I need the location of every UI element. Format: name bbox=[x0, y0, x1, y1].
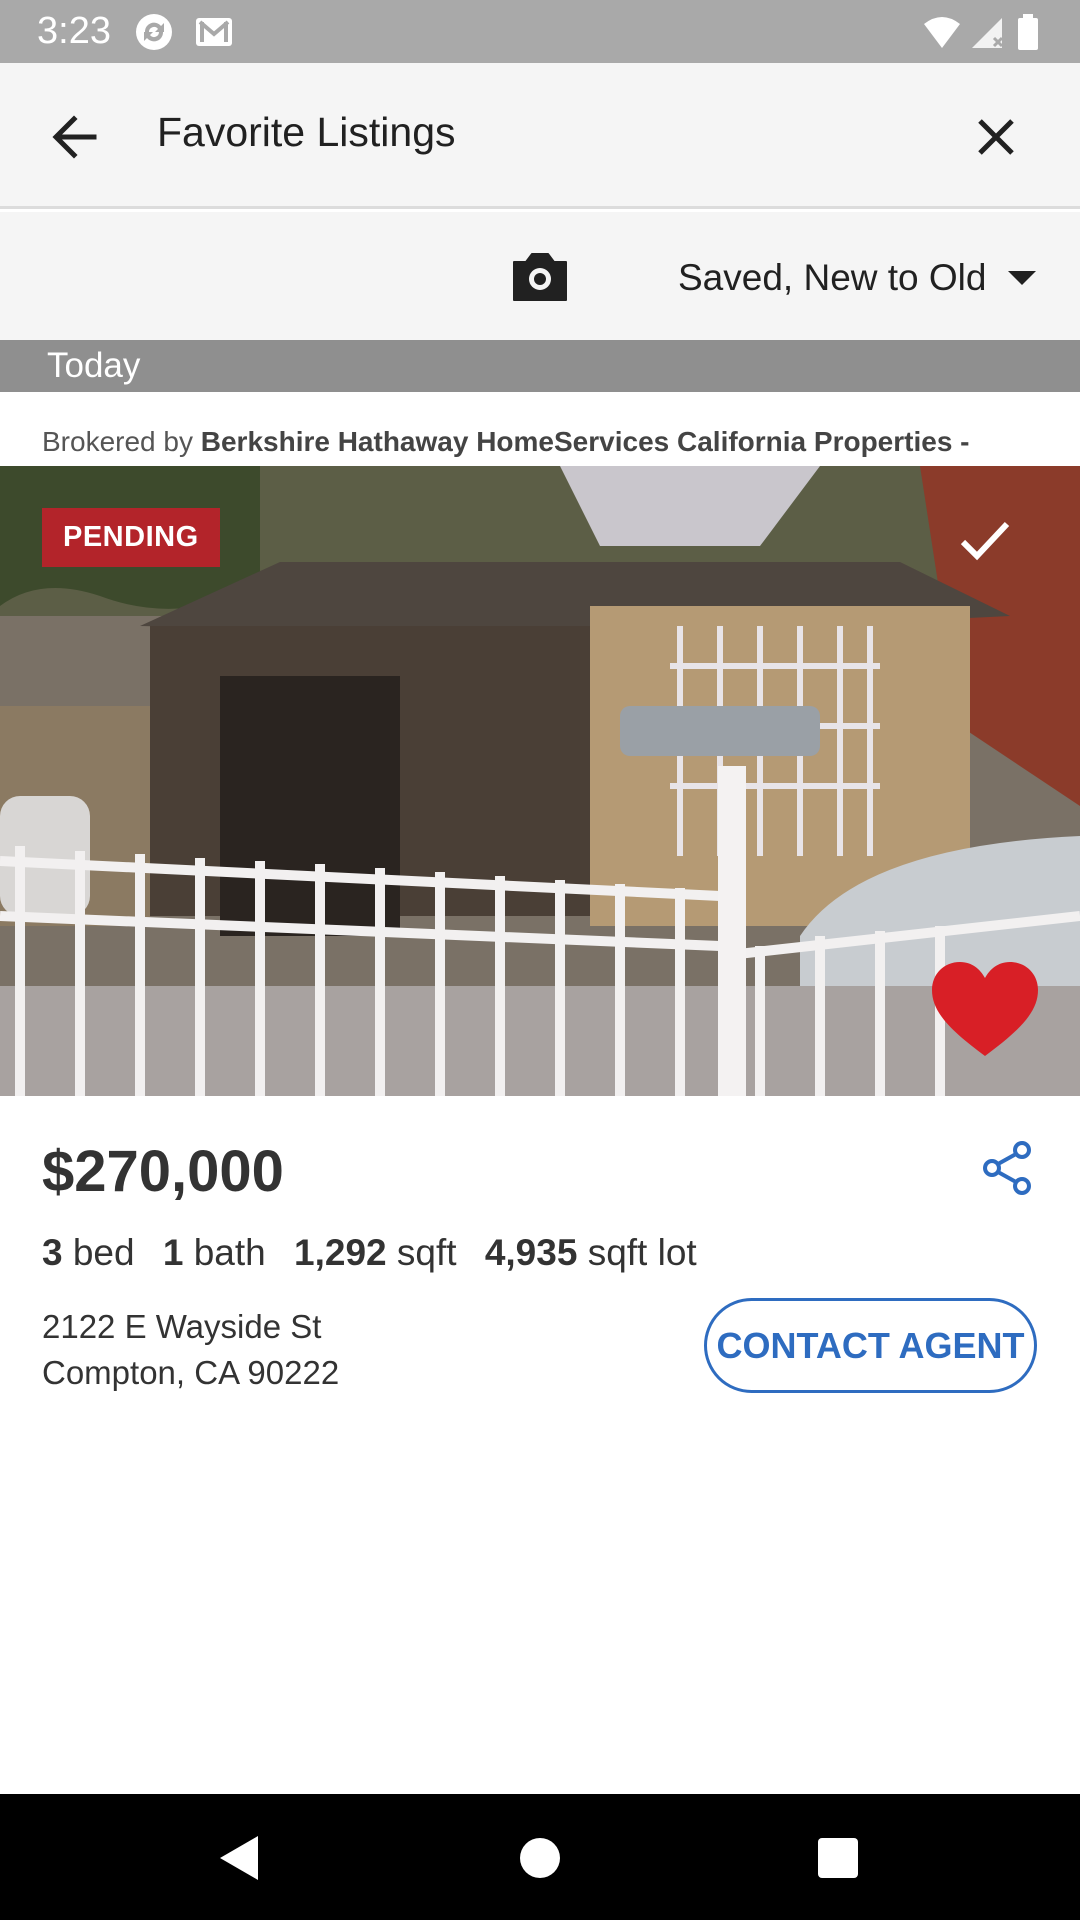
status-time: 3:23 bbox=[37, 10, 111, 52]
spec-sqft: 1,292 sqft bbox=[294, 1232, 457, 1273]
screen: 3:23 Favorite Listings Saved, New to Old… bbox=[0, 0, 1080, 1920]
broker-prefix: Brokered by bbox=[42, 426, 193, 457]
address-line-2: Compton, CA 90222 bbox=[42, 1354, 340, 1391]
nav-back-icon[interactable] bbox=[206, 1826, 270, 1890]
address-line-1: 2122 E Wayside St bbox=[42, 1308, 322, 1345]
system-nav-bar bbox=[0, 1794, 1080, 1920]
app-bar: Favorite Listings bbox=[0, 63, 1080, 209]
broker-line: Brokered by Berkshire Hathaway HomeServi… bbox=[42, 426, 970, 458]
spec-lot: 4,935 sqft lot bbox=[484, 1232, 697, 1273]
chevron-down-icon bbox=[1008, 271, 1037, 285]
check-icon[interactable] bbox=[955, 512, 1015, 568]
page-title: Favorite Listings bbox=[157, 109, 456, 155]
heart-icon[interactable] bbox=[930, 960, 1040, 1060]
contact-agent-button[interactable]: CONTACT AGENT bbox=[704, 1298, 1037, 1393]
battery-icon bbox=[1018, 14, 1038, 50]
status-bar: 3:23 bbox=[0, 0, 1080, 63]
nav-home-icon[interactable] bbox=[508, 1826, 572, 1890]
listing-toolbar: Saved, New to Old bbox=[0, 212, 1080, 340]
close-icon[interactable] bbox=[966, 107, 1026, 167]
listing-specs: 3 bed 1 bath 1,292 sqft 4,935 sqft lot bbox=[42, 1232, 715, 1274]
sort-dropdown[interactable]: Saved, New to Old bbox=[678, 250, 1037, 306]
nav-recents-icon[interactable] bbox=[806, 1826, 870, 1890]
wifi-icon bbox=[924, 17, 960, 48]
gmail-icon bbox=[196, 18, 232, 46]
spec-beds: 3 bed bbox=[42, 1232, 135, 1273]
sync-icon bbox=[136, 14, 172, 50]
share-icon[interactable] bbox=[980, 1140, 1036, 1196]
status-badge: PENDING bbox=[42, 508, 220, 567]
section-header: Today bbox=[0, 340, 1080, 392]
listing-address: 2122 E Wayside St Compton, CA 90222 bbox=[42, 1304, 339, 1396]
listing-price: $270,000 bbox=[42, 1139, 284, 1204]
camera-icon[interactable] bbox=[510, 248, 570, 304]
signal-icon bbox=[972, 18, 1004, 48]
sort-label: Saved, New to Old bbox=[678, 257, 987, 298]
broker-name: Berkshire Hathaway HomeServices Californ… bbox=[200, 426, 970, 457]
spec-baths: 1 bath bbox=[162, 1232, 266, 1273]
arrow-back-icon[interactable] bbox=[44, 107, 104, 167]
